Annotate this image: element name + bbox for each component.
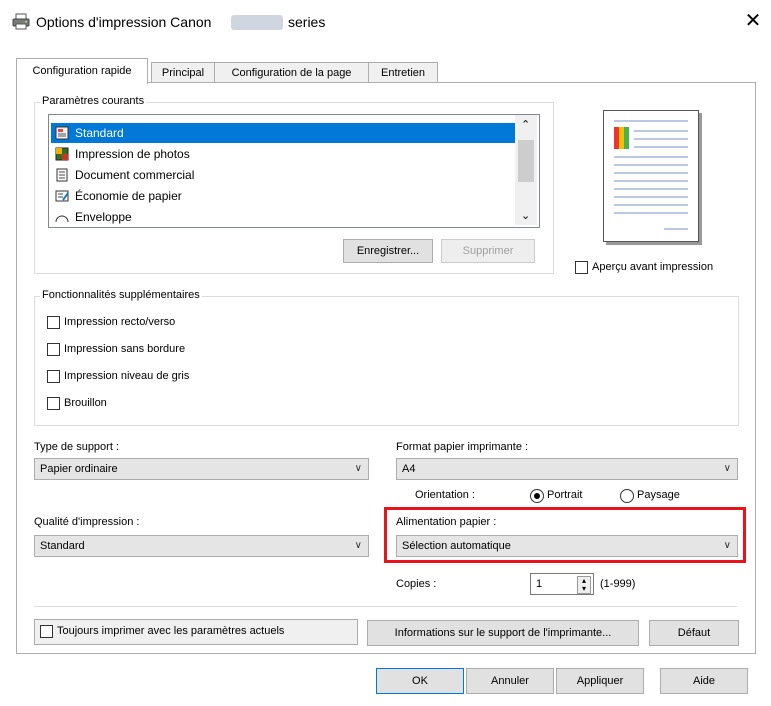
preset-listbox[interactable]: Standard Impression de photos Document c… <box>48 114 540 228</box>
print-quality-select[interactable]: Standard ∨ <box>34 535 369 557</box>
printer-icon <box>12 13 30 30</box>
always-print-checkbox[interactable] <box>40 625 53 638</box>
paper-size-value: A4 <box>402 463 416 475</box>
paper-source-value: Sélection automatique <box>402 540 511 552</box>
redacted-model-name <box>231 15 283 30</box>
window-title-suffix: series <box>288 14 326 30</box>
envelope-icon <box>55 215 69 223</box>
paper-source-select[interactable]: Sélection automatique ∨ <box>396 535 738 557</box>
draft-label: Brouillon <box>64 397 107 409</box>
grayscale-checkbox[interactable] <box>47 370 60 383</box>
list-item[interactable]: Enveloppe <box>51 207 517 227</box>
delete-button[interactable]: Supprimer <box>441 239 535 263</box>
always-print-label: Toujours imprimer avec les paramètres ac… <box>57 625 285 637</box>
preview-page-graphic <box>614 120 688 230</box>
always-print-box[interactable]: Toujours imprimer avec les paramètres ac… <box>34 619 358 645</box>
portrait-radio[interactable] <box>530 489 544 503</box>
orientation-label: Orientation : <box>415 489 475 501</box>
standard-doc-icon <box>55 126 69 140</box>
chevron-down-icon: ∨ <box>354 463 362 474</box>
title-bar: Options d'impression Canon series ✕ <box>0 0 771 44</box>
business-doc-icon <box>56 168 68 182</box>
tab-entretien[interactable]: Entretien <box>368 62 438 83</box>
media-type-value: Papier ordinaire <box>40 463 118 475</box>
list-item[interactable]: Document commercial <box>51 165 517 185</box>
tab-configuration-page[interactable]: Configuration de la page <box>214 62 369 83</box>
chevron-down-icon: ∨ <box>723 463 731 474</box>
media-type-label: Type de support : <box>34 441 119 453</box>
defaults-button[interactable]: Défaut <box>649 620 739 646</box>
paper-size-select[interactable]: A4 ∨ <box>396 458 738 480</box>
media-type-select[interactable]: Papier ordinaire ∨ <box>34 458 369 480</box>
additional-features-legend: Fonctionnalités supplémentaires <box>40 289 202 301</box>
duplex-checkbox[interactable] <box>47 316 60 329</box>
copies-range: (1-999) <box>600 578 636 590</box>
paper-saving-icon <box>55 190 69 202</box>
list-item-label: Enveloppe <box>75 210 132 224</box>
list-item-label: Impression de photos <box>75 147 190 161</box>
close-icon[interactable]: ✕ <box>740 8 766 34</box>
media-info-button[interactable]: Informations sur le support de l'imprima… <box>367 620 639 646</box>
grayscale-label: Impression niveau de gris <box>64 370 190 382</box>
help-button[interactable]: Aide <box>660 668 748 694</box>
preview-checkbox[interactable] <box>575 261 588 274</box>
scroll-up-icon[interactable]: ⌃ <box>521 118 530 131</box>
preview-label: Aperçu avant impression <box>592 261 714 273</box>
list-item-label: Économie de papier <box>75 189 182 203</box>
duplex-label: Impression recto/verso <box>64 316 176 328</box>
paper-source-label: Alimentation papier : <box>396 516 497 528</box>
print-quality-label: Qualité d'impression : <box>34 516 140 528</box>
list-item[interactable]: Impression de photos <box>51 144 517 164</box>
copies-spinner-icon[interactable]: ▴ ▾ <box>577 576 591 594</box>
portrait-label: Portrait <box>547 489 583 501</box>
list-item[interactable]: Économie de papier <box>51 186 517 206</box>
list-item-label: Document commercial <box>75 168 195 182</box>
list-item[interactable]: Standard <box>51 123 517 143</box>
copies-label: Copies : <box>396 578 437 590</box>
scrollbar-thumb[interactable] <box>518 140 534 182</box>
copies-value: 1 <box>536 578 543 590</box>
chevron-down-icon: ∨ <box>354 540 362 551</box>
current-settings-legend: Paramètres courants <box>40 95 147 107</box>
tab-principal[interactable]: Principal <box>151 62 215 83</box>
tab-configuration-rapide[interactable]: Configuration rapide <box>16 58 148 84</box>
copies-input[interactable]: 1 ▴ ▾ <box>530 573 594 595</box>
borderless-label: Impression sans bordure <box>64 343 186 355</box>
ok-button[interactable]: OK <box>376 668 464 694</box>
draft-checkbox[interactable] <box>47 397 60 410</box>
cancel-button[interactable]: Annuler <box>466 668 554 694</box>
separator <box>34 606 737 607</box>
list-item-label: Standard <box>75 126 124 140</box>
photo-icon <box>55 147 69 161</box>
borderless-checkbox[interactable] <box>47 343 60 356</box>
chevron-down-icon: ∨ <box>723 540 731 551</box>
apply-button[interactable]: Appliquer <box>556 668 644 694</box>
scroll-down-icon[interactable]: ⌄ <box>521 209 530 222</box>
save-button[interactable]: Enregistrer... <box>343 239 433 263</box>
landscape-radio[interactable] <box>620 489 634 503</box>
window-title: Options d'impression Canon <box>36 14 212 30</box>
paper-size-label: Format papier imprimante : <box>396 441 529 453</box>
print-preview-thumbnail <box>603 110 699 242</box>
landscape-label: Paysage <box>637 489 680 501</box>
print-quality-value: Standard <box>40 540 85 552</box>
